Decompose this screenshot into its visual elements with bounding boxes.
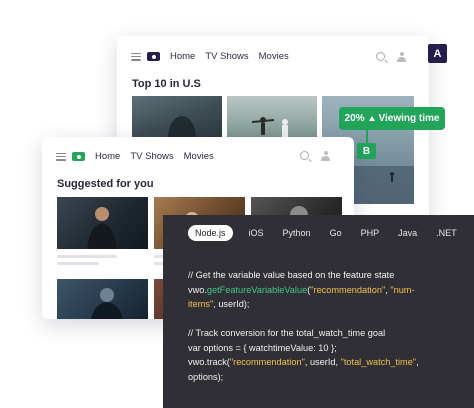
nav-link-home[interactable]: Home — [95, 151, 120, 162]
section-title: Suggested for you — [57, 178, 154, 190]
tv-logo-icon[interactable] — [72, 152, 85, 161]
nav-link-movies[interactable]: Movies — [259, 51, 289, 62]
language-tabs: Node.js iOS Python Go PHP Java .NET — [188, 225, 474, 241]
code-string: "recommendation" — [310, 284, 386, 295]
nav-link-tv-shows[interactable]: TV Shows — [130, 151, 173, 162]
tab-ios[interactable]: iOS — [249, 228, 264, 238]
tab-java[interactable]: Java — [398, 228, 417, 238]
tab-go[interactable]: Go — [330, 228, 342, 238]
thumbnail-image[interactable] — [57, 279, 148, 319]
nav-bar: Home TV Shows Movies — [56, 151, 224, 162]
nav-link-home[interactable]: Home — [170, 51, 195, 62]
code-token: , — [416, 357, 419, 367]
viewing-time-metric-pill: 20% Viewing time — [339, 107, 445, 130]
variation-a-badge: A — [428, 44, 447, 63]
code-panel: Node.js iOS Python Go PHP Java .NET // G… — [163, 215, 474, 408]
hamburger-icon[interactable] — [131, 52, 141, 61]
tab-nodejs[interactable]: Node.js — [188, 225, 233, 241]
search-icon[interactable] — [376, 52, 385, 61]
user-icon[interactable] — [321, 151, 330, 161]
nav-link-movies[interactable]: Movies — [184, 151, 214, 162]
nav-link-tv-shows[interactable]: TV Shows — [205, 51, 248, 62]
code-string: "num- — [390, 284, 415, 295]
hamburger-icon[interactable] — [56, 152, 66, 161]
thumbnail-image[interactable] — [57, 197, 148, 249]
arrow-up-icon — [368, 116, 375, 121]
connector-line — [366, 130, 368, 143]
text-placeholder — [57, 255, 117, 258]
metric-percent: 20% — [344, 113, 365, 124]
tab-dotnet[interactable]: .NET — [436, 228, 457, 238]
variation-b-badge: B — [357, 143, 376, 159]
code-token: , userId, — [304, 357, 341, 367]
tab-php[interactable]: PHP — [361, 228, 380, 238]
code-snippet: // Get the variable value based on the f… — [188, 268, 419, 384]
code-comment: // Get the variable value based on the f… — [188, 270, 395, 280]
code-string: items" — [188, 299, 214, 309]
section-title: Top 10 in U.S — [132, 78, 201, 90]
code-string: "recommendation" — [229, 357, 305, 367]
code-line: var options = { watchtimeValue: 10 }; — [188, 342, 337, 353]
tv-logo-icon[interactable] — [147, 52, 160, 61]
metric-label: Viewing time — [378, 113, 440, 124]
tab-python[interactable]: Python — [283, 228, 311, 238]
code-token: vwo.track( — [188, 357, 230, 367]
nav-bar: Home TV Shows Movies — [131, 51, 299, 62]
code-token: vwo. — [188, 284, 207, 295]
search-icon[interactable] — [300, 151, 309, 160]
code-comment: // Track conversion for the total_watch_… — [188, 328, 386, 338]
text-placeholder — [57, 262, 99, 265]
code-string: "total_watch_time" — [340, 357, 417, 367]
code-line: options); — [188, 371, 224, 382]
code-token: , userId); — [213, 299, 250, 309]
user-icon[interactable] — [397, 52, 406, 62]
code-function: getFeatureVariableValue — [206, 284, 308, 295]
